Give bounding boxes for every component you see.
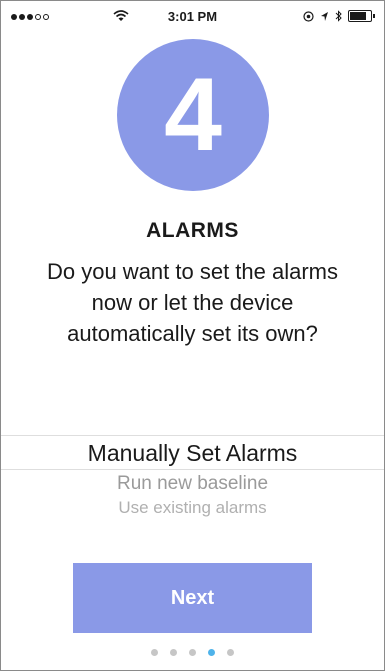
picker-option-run-new-baseline[interactable]: Run new baseline	[1, 473, 384, 495]
page-title: ALARMS	[146, 219, 239, 242]
page-dot-5[interactable]	[227, 649, 234, 656]
alarm-option-picker[interactable]: Manually Set Alarms Run new baseline Use…	[1, 435, 384, 525]
status-icons	[303, 10, 375, 22]
page-dot-4-active[interactable]	[208, 649, 215, 656]
page-indicator	[1, 649, 384, 656]
bluetooth-icon	[335, 10, 342, 22]
step-number-badge: 4	[117, 39, 269, 191]
phone-screen: 3:01 PM 4 ALARMS Do you want to set the …	[0, 0, 385, 671]
picker-divider-bottom	[1, 469, 384, 470]
page-dot-3[interactable]	[189, 649, 196, 656]
location-arrow-icon	[321, 11, 328, 21]
status-bar: 3:01 PM	[1, 1, 384, 35]
step-number: 4	[164, 57, 222, 173]
question-text: Do you want to set the alarms now or let…	[46, 259, 339, 346]
picker-option-use-existing-alarms[interactable]: Use existing alarms	[1, 498, 384, 518]
page-dot-2[interactable]	[170, 649, 177, 656]
battery-icon	[348, 10, 375, 22]
location-lock-icon	[303, 10, 314, 22]
picker-divider-top	[1, 435, 384, 436]
picker-option-selected[interactable]: Manually Set Alarms	[1, 440, 384, 467]
next-button[interactable]: Next	[73, 563, 312, 633]
page-dot-1[interactable]	[151, 649, 158, 656]
